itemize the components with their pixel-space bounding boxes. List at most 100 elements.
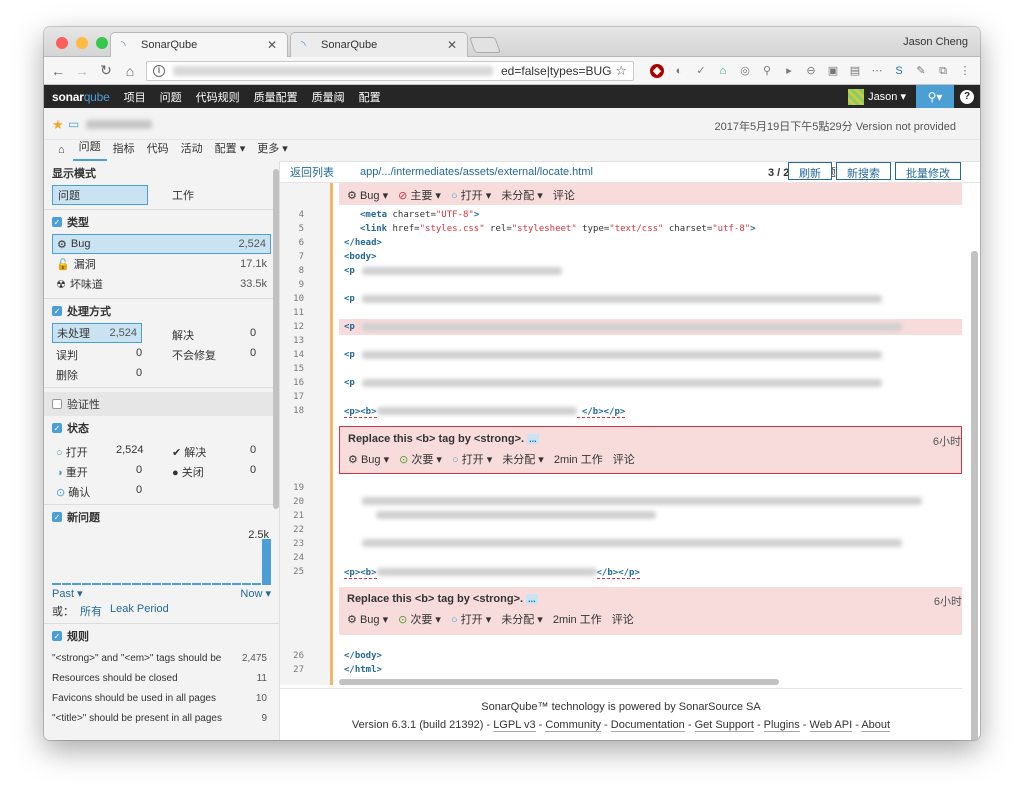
status-facet-title[interactable]: ✓ 状态 bbox=[52, 420, 271, 436]
close-tab-icon[interactable]: ✕ bbox=[267, 38, 277, 52]
resolution-false-positive[interactable]: 误判 bbox=[56, 347, 78, 363]
extension-icon[interactable]: ⚲ bbox=[760, 64, 774, 78]
footer-documentation-link[interactable]: Documentation bbox=[610, 719, 685, 732]
line-number[interactable]: 5 bbox=[280, 224, 304, 234]
extension-circle-icon[interactable]: ◎ bbox=[738, 64, 752, 78]
bulk-change-button[interactable]: 批量修改 bbox=[895, 162, 961, 180]
line-number[interactable]: 14 bbox=[280, 350, 304, 360]
extension-icon[interactable]: ◐ bbox=[672, 64, 686, 78]
rule-item[interactable]: Favicons should be used in all pages 10 bbox=[52, 688, 271, 708]
status-resolved[interactable]: ✔ 解决 bbox=[172, 444, 206, 460]
line-number[interactable]: 9 bbox=[280, 280, 304, 290]
forward-arrow-icon[interactable]: → bbox=[74, 63, 90, 79]
resolution-facet-title[interactable]: ✓ 处理方式 bbox=[52, 303, 271, 319]
footer-community-link[interactable]: Community bbox=[545, 719, 601, 732]
url-input[interactable]: i ed=false|types=BUG ☆ bbox=[146, 60, 634, 81]
user-menu[interactable]: Jason ▾ bbox=[868, 90, 906, 103]
mode-issues[interactable]: 问题 bbox=[52, 185, 148, 205]
issue-status[interactable]: ○ 打开 ▾ bbox=[451, 187, 491, 203]
nav-projects[interactable]: 项目 bbox=[124, 89, 146, 105]
rule-item[interactable]: "<strong>" and "<em>" tags should be 2,47… bbox=[52, 648, 271, 668]
extension-icon[interactable]: ▸ bbox=[782, 64, 796, 78]
resolution-removed[interactable]: 删除 bbox=[56, 367, 78, 383]
nav-rules[interactable]: 代码规则 bbox=[196, 89, 240, 105]
rules-facet-title[interactable]: ✓ 规则 bbox=[52, 628, 271, 644]
component-home-icon[interactable]: ⌂ bbox=[52, 144, 73, 161]
back-to-list-link[interactable]: 返回列表 bbox=[290, 164, 334, 180]
leak-period-link[interactable]: Leak Period bbox=[110, 603, 169, 615]
footer-plugins-link[interactable]: Plugins bbox=[763, 719, 800, 732]
line-number[interactable]: 12 bbox=[280, 322, 304, 332]
issue-more-button[interactable]: ... bbox=[527, 434, 539, 444]
close-window-button[interactable] bbox=[56, 37, 68, 49]
new-tab-button[interactable] bbox=[469, 37, 501, 53]
line-number[interactable]: 20 bbox=[280, 497, 304, 507]
issue-severity[interactable]: ⊘ 主要 ▾ bbox=[398, 187, 441, 203]
type-facet-title[interactable]: ✓ 类型 bbox=[52, 214, 271, 230]
new-issues-chart[interactable]: 2.5k bbox=[52, 529, 271, 585]
line-number[interactable]: 13 bbox=[280, 336, 304, 346]
browser-tab-1[interactable]: ◝ SonarQube ✕ bbox=[110, 32, 288, 57]
nav-quality-profiles[interactable]: 质量配置 bbox=[254, 89, 298, 105]
footer-support-link[interactable]: Get Support bbox=[694, 719, 754, 732]
extension-s-icon[interactable]: S bbox=[892, 64, 906, 78]
issue-severity[interactable]: ⊙ 次要 ▾ bbox=[398, 611, 441, 627]
extension-house-icon[interactable]: ⌂ bbox=[716, 64, 730, 78]
line-number[interactable]: 23 bbox=[280, 539, 304, 549]
ublock-icon[interactable]: ◆ bbox=[650, 63, 664, 78]
reload-icon[interactable]: ↻ bbox=[98, 62, 114, 79]
line-number[interactable]: 21 bbox=[280, 511, 304, 521]
issue-more-button[interactable]: ... bbox=[526, 594, 538, 604]
issue-message[interactable]: Replace this <b> tag by <strong>. ... bbox=[348, 433, 953, 445]
resolution-wont-fix[interactable]: 不会修复 bbox=[172, 347, 216, 363]
line-number[interactable]: 7 bbox=[280, 252, 304, 262]
status-reopened[interactable]: ◑ 重开 bbox=[56, 464, 88, 480]
file-path-link[interactable]: app/.../intermediates/assets/external/lo… bbox=[360, 166, 593, 178]
issue-message[interactable]: Replace this <b> tag by <strong>. ... bbox=[347, 593, 954, 605]
line-number[interactable]: 6 bbox=[280, 238, 304, 248]
back-arrow-icon[interactable]: ← bbox=[50, 63, 66, 79]
close-tab-icon[interactable]: ✕ bbox=[447, 38, 457, 52]
period-past-select[interactable]: Past ▾ bbox=[52, 587, 83, 600]
line-number[interactable]: 16 bbox=[280, 378, 304, 388]
bookmark-star-icon[interactable]: ☆ bbox=[615, 63, 627, 79]
extension-icon[interactable]: ▤ bbox=[848, 64, 862, 78]
issue-type[interactable]: ⚙ Bug ▾ bbox=[347, 613, 388, 626]
issue-comment-link[interactable]: 评论 bbox=[553, 187, 575, 203]
issue-assignee[interactable]: 未分配 ▾ bbox=[501, 611, 543, 627]
sonarqube-logo[interactable]: sonarqube bbox=[52, 90, 110, 104]
minimize-window-button[interactable] bbox=[76, 37, 88, 49]
extension-icon[interactable]: ⧉ bbox=[936, 64, 950, 78]
horizontal-scrollbar[interactable] bbox=[339, 679, 779, 685]
issue-type[interactable]: ⚙ Bug ▾ bbox=[347, 189, 388, 202]
line-number[interactable]: 24 bbox=[280, 553, 304, 563]
nav-quality-gates[interactable]: 质量阈 bbox=[312, 89, 345, 105]
footer-about-link[interactable]: About bbox=[861, 719, 891, 732]
line-number[interactable]: 27 bbox=[280, 665, 304, 675]
line-number[interactable]: 4 bbox=[280, 210, 304, 220]
main-scrollbar[interactable] bbox=[971, 251, 978, 740]
issue-type[interactable]: ⚙ Bug ▾ bbox=[348, 453, 389, 466]
nav-administration[interactable]: 配置 bbox=[359, 89, 381, 105]
type-bug[interactable]: ⚙ Bug 2,524 bbox=[52, 234, 271, 254]
issue-box[interactable]: Replace this <b> tag by <strong>. ... ⚙ … bbox=[339, 426, 962, 474]
extension-icon[interactable]: ▣ bbox=[826, 64, 840, 78]
issue-assignee[interactable]: 未分配 ▾ bbox=[501, 187, 543, 203]
resolution-fixed[interactable]: 解决 bbox=[172, 327, 194, 343]
tab-issues[interactable]: 问题 bbox=[72, 138, 107, 161]
line-number[interactable]: 19 bbox=[280, 483, 304, 493]
issue-box[interactable]: Replace this <b> tag by <strong>. ... ⚙ … bbox=[339, 587, 962, 635]
line-number[interactable]: 22 bbox=[280, 525, 304, 535]
browser-tab-2[interactable]: ◝ SonarQube ✕ bbox=[290, 32, 468, 57]
status-confirmed[interactable]: ⊙ 确认 bbox=[56, 484, 90, 500]
severity-facet-title[interactable]: 验证性 bbox=[44, 392, 279, 416]
extension-icon[interactable]: ⊖ bbox=[804, 64, 818, 78]
tab-activity[interactable]: 活动 bbox=[175, 140, 209, 161]
sidebar-scrollbar[interactable] bbox=[273, 169, 279, 509]
info-icon[interactable]: i bbox=[153, 64, 165, 77]
chart-bar[interactable] bbox=[262, 539, 271, 585]
period-now-select[interactable]: Now ▾ bbox=[240, 587, 271, 600]
resolution-unresolved[interactable]: 未处理 2,524 bbox=[52, 323, 142, 343]
browser-user-name[interactable]: Jason Cheng bbox=[903, 36, 968, 48]
new-issues-facet-title[interactable]: ✓ 新问题 bbox=[52, 509, 271, 525]
